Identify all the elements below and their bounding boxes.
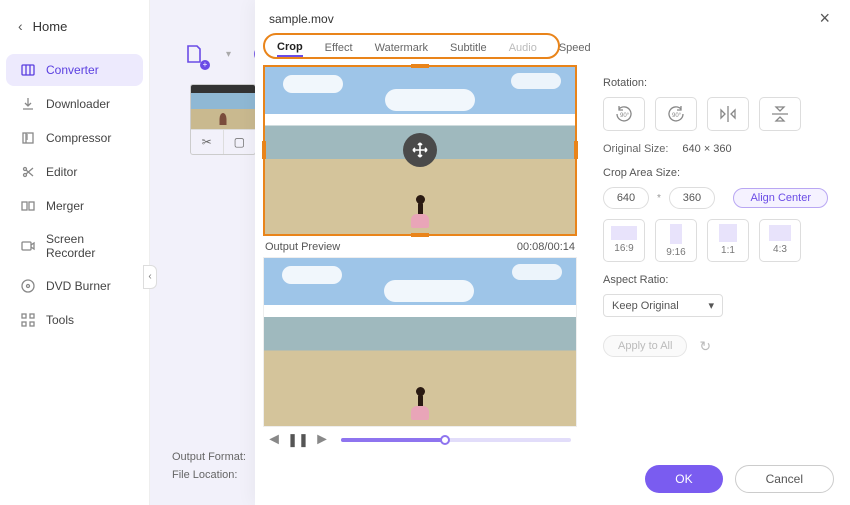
seek-slider[interactable] — [341, 438, 571, 442]
apply-to-all-button[interactable]: Apply to All — [603, 335, 687, 357]
sidebar-item-merger[interactable]: Merger — [6, 190, 143, 222]
ratio-1-1[interactable]: 1:1 — [707, 219, 749, 262]
preview-column: Output Preview 00:08/00:14 ◄ ❚❚ ► — [255, 61, 585, 457]
tab-subtitle[interactable]: Subtitle — [450, 40, 487, 56]
output-format-label: Output Format: — [172, 451, 246, 463]
tab-audio[interactable]: Audio — [509, 40, 537, 56]
sidebar-item-label: Downloader — [46, 97, 110, 111]
file-location-label: File Location: — [172, 469, 246, 481]
rotate-cw-button[interactable]: 90° — [655, 97, 697, 131]
sidebar-item-converter[interactable]: Converter — [6, 54, 143, 86]
sidebar-item-editor[interactable]: Editor — [6, 156, 143, 188]
flip-horizontal-button[interactable] — [707, 97, 749, 131]
chevron-down-icon: ▾ — [708, 299, 714, 312]
reset-icon[interactable]: ↻ — [699, 338, 711, 355]
sidebar-item-label: Editor — [46, 165, 77, 179]
original-size-label: Original Size: — [603, 143, 668, 155]
svg-text:90°: 90° — [620, 113, 630, 119]
multiply-icon: * — [657, 193, 661, 204]
record-icon — [20, 238, 36, 254]
time-display: 00:08/00:14 — [517, 241, 575, 253]
plus-icon: + — [200, 60, 210, 70]
chevron-down-icon: ▾ — [226, 49, 231, 60]
align-center-button[interactable]: Align Center — [733, 188, 828, 208]
aspect-ratio-select[interactable]: Keep Original ▾ — [603, 294, 723, 317]
merge-icon — [20, 198, 36, 214]
crop-height-input[interactable] — [669, 187, 715, 209]
crop-handle-top[interactable] — [411, 64, 429, 68]
crop-preview[interactable] — [263, 65, 577, 236]
rotation-label: Rotation: — [603, 77, 828, 89]
tab-watermark[interactable]: Watermark — [375, 40, 428, 56]
home-label: Home — [33, 19, 68, 34]
preview-info-row: Output Preview 00:08/00:14 — [263, 236, 577, 257]
edit-modal: sample.mov × Crop Effect Watermark Subti… — [255, 0, 850, 505]
sidebar-item-label: Tools — [46, 313, 74, 327]
move-icon[interactable] — [403, 133, 437, 167]
tab-crop[interactable]: Crop — [277, 39, 303, 57]
crop-area-label: Crop Area Size: — [603, 167, 828, 179]
compress-icon — [20, 130, 36, 146]
thumbnail-image — [191, 85, 255, 129]
crop-icon[interactable]: ▢ — [224, 130, 256, 154]
sidebar-item-compressor[interactable]: Compressor — [6, 122, 143, 154]
playback-controls: ◄ ❚❚ ► — [263, 427, 577, 453]
download-icon — [20, 96, 36, 112]
prev-frame-button[interactable]: ◄ — [265, 431, 283, 449]
sidebar-item-label: Converter — [46, 63, 99, 77]
original-size-value: 640 × 360 — [682, 143, 731, 155]
converter-icon — [20, 62, 36, 78]
sidebar-item-label: Screen Recorder — [46, 232, 129, 260]
edit-tabs: Crop Effect Watermark Subtitle Audio Spe… — [263, 33, 560, 59]
app-sidebar: ‹ Home Converter Downloader Compressor E… — [0, 0, 150, 505]
modal-header: sample.mov × — [255, 0, 850, 31]
nav-list: Converter Downloader Compressor Editor M… — [0, 54, 149, 336]
cancel-button[interactable]: Cancel — [735, 465, 834, 493]
output-preview — [263, 257, 577, 427]
thumbnail-actions: ✂ ▢ — [191, 129, 255, 154]
close-icon[interactable]: × — [813, 8, 836, 29]
tab-speed[interactable]: Speed — [559, 40, 591, 56]
pause-button[interactable]: ❚❚ — [289, 431, 307, 449]
output-preview-label: Output Preview — [265, 241, 340, 253]
rotate-ccw-button[interactable]: 90° — [603, 97, 645, 131]
sidebar-item-dvdburner[interactable]: DVD Burner — [6, 270, 143, 302]
ratio-9-16[interactable]: 9:16 — [655, 219, 697, 262]
crop-handle-right[interactable] — [574, 141, 578, 159]
svg-text:90°: 90° — [672, 113, 682, 119]
sidebar-item-label: DVD Burner — [46, 279, 111, 293]
scissors-icon — [20, 164, 36, 180]
output-settings: Output Format: File Location: — [172, 445, 246, 487]
chevron-left-icon: ‹ — [18, 18, 23, 34]
crop-handle-left[interactable] — [262, 141, 266, 159]
video-thumbnail[interactable]: ✂ ▢ — [190, 84, 256, 155]
modal-title: sample.mov — [269, 12, 813, 26]
disc-icon — [20, 278, 36, 294]
crop-handle-bottom[interactable] — [411, 233, 429, 237]
sidebar-item-screenrecorder[interactable]: Screen Recorder — [6, 224, 143, 268]
modal-footer: OK Cancel — [255, 457, 850, 505]
flip-vertical-button[interactable] — [759, 97, 801, 131]
tab-effect[interactable]: Effect — [325, 40, 353, 56]
crop-width-input[interactable] — [603, 187, 649, 209]
ratio-4-3[interactable]: 4:3 — [759, 219, 801, 262]
sidebar-item-tools[interactable]: Tools — [6, 304, 143, 336]
sidebar-item-label: Compressor — [46, 131, 111, 145]
ok-button[interactable]: OK — [645, 465, 722, 493]
add-file-button[interactable]: + — [180, 40, 208, 68]
back-home[interactable]: ‹ Home — [0, 8, 149, 44]
grid-icon — [20, 312, 36, 328]
cut-icon[interactable]: ✂ — [191, 130, 224, 154]
crop-settings: Rotation: 90° 90° Original Size: 640 × 3… — [585, 61, 850, 457]
collapse-panel-button[interactable]: ‹ — [143, 265, 157, 289]
sidebar-item-label: Merger — [46, 199, 84, 213]
ratio-16-9[interactable]: 16:9 — [603, 219, 645, 262]
sidebar-item-downloader[interactable]: Downloader — [6, 88, 143, 120]
aspect-ratio-label: Aspect Ratio: — [603, 274, 828, 286]
next-frame-button[interactable]: ► — [313, 431, 331, 449]
